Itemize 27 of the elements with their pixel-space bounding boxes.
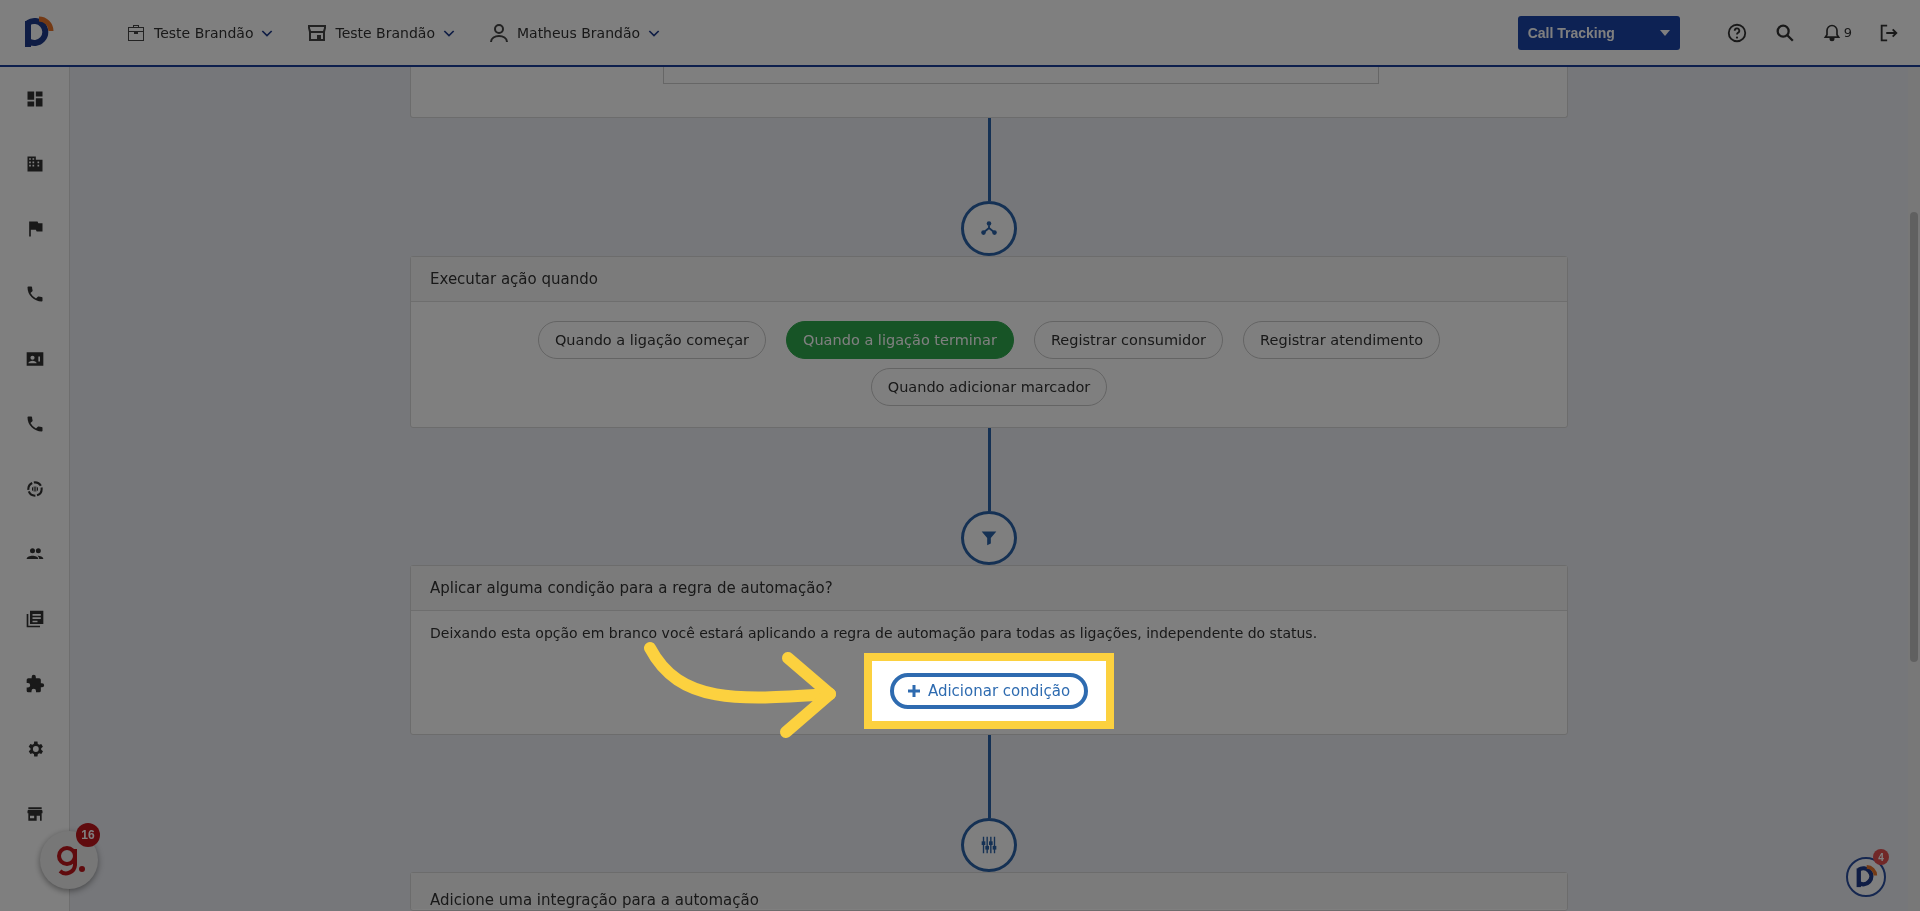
notification-badge: 4 bbox=[1873, 849, 1889, 865]
header-menu[interactable]: Teste Brandão bbox=[305, 20, 457, 45]
scrollbar-thumb[interactable] bbox=[1910, 212, 1918, 662]
card-title: Adicione uma integração para a automação bbox=[411, 873, 1567, 910]
contact-card-icon bbox=[24, 349, 45, 369]
caret-icon bbox=[1659, 29, 1670, 36]
header-menu[interactable]: Matheus Brandão bbox=[486, 20, 663, 45]
trigger-option[interactable]: Quando a ligação terminar bbox=[786, 320, 1014, 359]
plus-icon bbox=[907, 684, 920, 697]
trigger-option[interactable]: Quando a ligação começar bbox=[537, 320, 766, 359]
card-title: Aplicar alguma condição para a regra de automação? bbox=[411, 565, 1567, 611]
card-description: Deixando esta opção em branco você estará aplicando a regra de automação para todas as ligações, independente do status. bbox=[429, 623, 1319, 641]
notification-badge: 16 bbox=[76, 823, 100, 847]
document-stack-icon bbox=[24, 609, 45, 629]
circular-target-icon bbox=[24, 479, 45, 499]
trigger-option[interactable]: Registrar atendimento bbox=[1243, 320, 1441, 359]
help-button[interactable] bbox=[1725, 21, 1748, 44]
product-select[interactable]: Call Tracking bbox=[1517, 15, 1680, 50]
header-menu[interactable]: Teste Brandão bbox=[124, 20, 276, 45]
trigger-option[interactable]: Registrar consumidor bbox=[1033, 320, 1224, 359]
add-condition-button[interactable]: Adicionar condição bbox=[889, 672, 1089, 709]
trigger-option[interactable]: Quando adicionar marcador bbox=[870, 367, 1108, 406]
notifications-button[interactable]: 9 bbox=[1821, 22, 1852, 43]
card-title: Executar ação quando bbox=[411, 256, 1567, 302]
puzzle-icon bbox=[24, 674, 45, 694]
help-icon bbox=[1725, 21, 1748, 44]
bell-icon bbox=[1821, 22, 1842, 43]
